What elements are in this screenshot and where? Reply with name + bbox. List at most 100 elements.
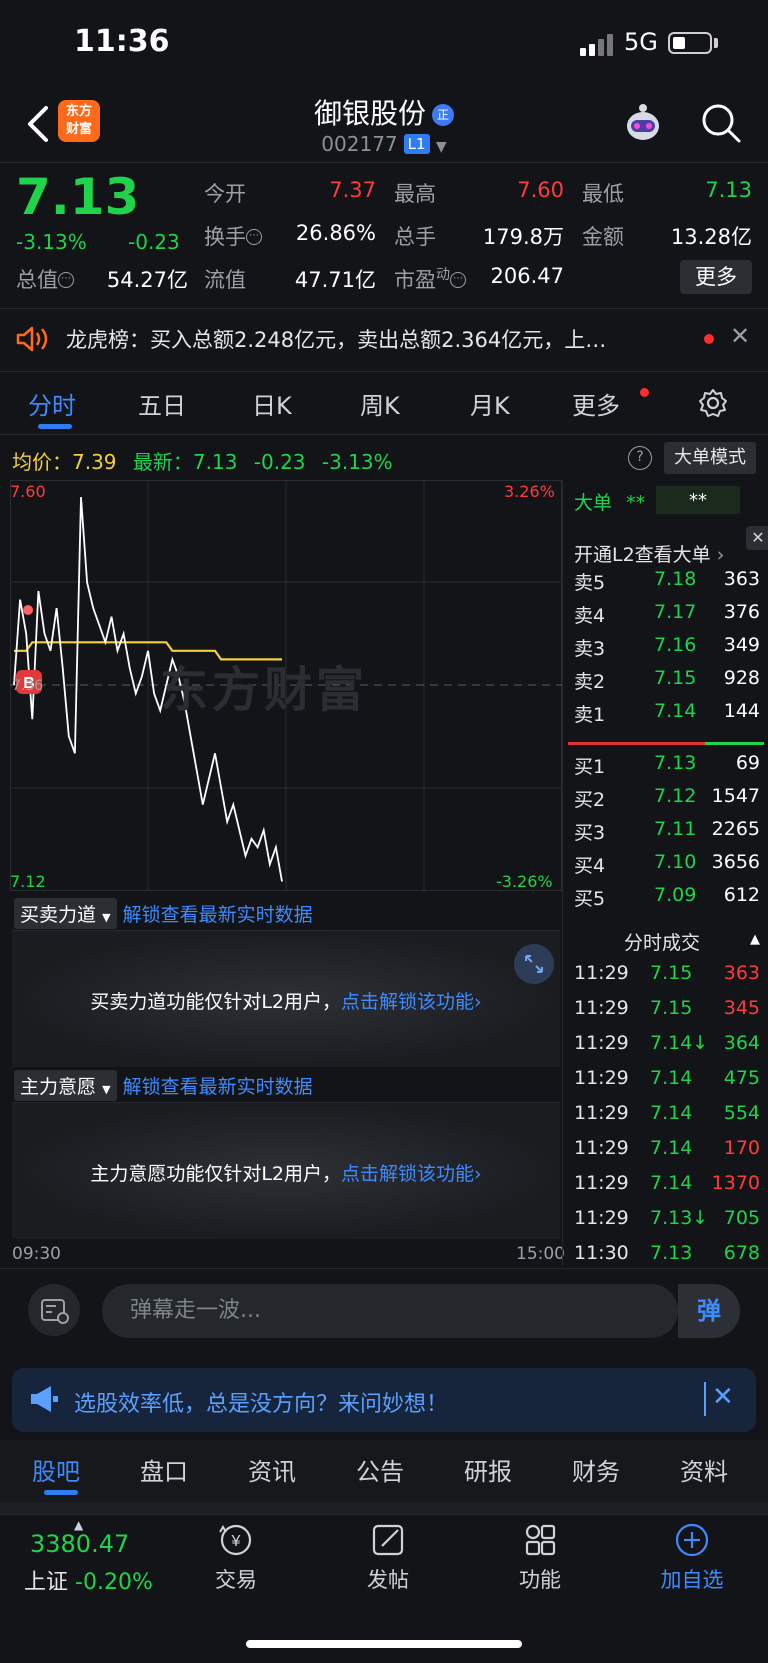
float-label: 流值 (204, 268, 246, 292)
ask-row-1[interactable]: 卖1 7.14 144 (564, 700, 768, 730)
divider (562, 480, 563, 1266)
chevron-right-icon: › (716, 544, 725, 566)
info-icon[interactable]: ⋯ (58, 272, 74, 288)
speaker-icon (16, 326, 48, 352)
order-book-separator (568, 742, 764, 745)
trade-row: 11:29 7.14↓ 364 (574, 1032, 760, 1054)
bid-row-4[interactable]: 买4 7.10 3656 (564, 851, 768, 881)
trade-row: 11:29 7.14 1370 (574, 1172, 760, 1194)
bid-row-3[interactable]: 买3 7.11 2265 (564, 818, 768, 848)
gear-icon[interactable] (698, 388, 728, 418)
tab-five-day[interactable]: 五日 (138, 386, 186, 421)
change-percent: -3.13% (16, 230, 87, 254)
nav-post[interactable]: 发帖 (338, 1522, 438, 1594)
trade-row: 11:29 7.15 345 (574, 997, 760, 1019)
help-icon[interactable]: ? (628, 446, 652, 470)
will-panel: 主力意愿功能仅针对L2用户，点击解锁该功能› (12, 1102, 560, 1239)
danmu-input[interactable]: 弹幕走一波... (102, 1284, 678, 1338)
will-unlock-link[interactable]: 解锁查看最新实时数据 (123, 1076, 313, 1098)
bid-row-1[interactable]: 买1 7.13 69 (564, 752, 768, 782)
nav-trade[interactable]: ¥ 交易 (186, 1522, 286, 1594)
force-unlock-button[interactable]: 点击解锁该功能 (341, 991, 474, 1013)
name-badge: 正 (432, 104, 454, 126)
will-unlock-button[interactable]: 点击解锁该功能 (341, 1163, 474, 1185)
ask-row-5[interactable]: 卖5 7.18 363 (564, 568, 768, 598)
unread-dot (640, 388, 649, 397)
ask-row-2[interactable]: 卖2 7.15 928 (564, 667, 768, 697)
low-label: 最低 (582, 182, 624, 206)
robot-assistant-icon[interactable] (620, 100, 666, 146)
chevron-up-icon: ▲ (750, 932, 760, 947)
float-value: 47.71亿 (294, 268, 376, 292)
volume-label: 总手 (394, 225, 436, 249)
trades-title[interactable]: 分时成交 ▲ (564, 928, 768, 958)
tab-weekly-k[interactable]: 周K (360, 386, 400, 421)
trade-row: 11:29 7.14 170 (574, 1137, 760, 1159)
network-label: 5G (624, 28, 658, 56)
will-tag[interactable]: 主力意愿 ▼ (14, 1070, 117, 1101)
info-icon[interactable]: ⋯ (450, 272, 466, 288)
chart-mid-price: 7.36 (12, 678, 44, 694)
close-icon[interactable]: ✕ (746, 526, 768, 550)
more-quote-button[interactable]: 更多 (680, 260, 752, 294)
index-value[interactable]: 3380.47 (30, 1530, 129, 1558)
chart-bottom-price: 7.12 (10, 872, 46, 891)
search-icon[interactable] (700, 102, 742, 144)
unread-dot (704, 334, 714, 344)
pe-value: 206.47 (490, 264, 564, 288)
tab-announcement[interactable]: 公告 (356, 1452, 404, 1487)
force-tag[interactable]: 买卖力道 ▼ (14, 898, 117, 929)
note-icon[interactable] (28, 1284, 80, 1336)
time-end: 15:00 (516, 1244, 565, 1264)
will-panel-header: 主力意愿 ▼ 解锁查看最新实时数据 (14, 1070, 313, 1101)
index-name[interactable]: 上证 -0.20% (24, 1564, 153, 1596)
close-icon[interactable]: ✕ (712, 1382, 734, 1412)
chart-top-price: 7.60 (10, 482, 46, 501)
chevron-down-icon: ▼ (102, 1083, 111, 1096)
chevron-down-icon: ▼ (435, 139, 447, 155)
chart-bottom-percent: -3.26% (496, 872, 553, 891)
nav-add-watchlist[interactable]: 加自选 (642, 1522, 742, 1594)
watermark: 东方财富 (160, 662, 369, 718)
tab-handicap[interactable]: 盘口 (140, 1452, 188, 1487)
svg-text:¥: ¥ (231, 1533, 241, 1550)
tab-profile[interactable]: 资料 (680, 1452, 728, 1487)
tab-more[interactable]: 更多 (572, 386, 620, 421)
open-l2-link[interactable]: 开通L2查看大单 › (574, 540, 724, 567)
big-order-stars: ** (656, 486, 740, 514)
danmu-send-button[interactable]: 弹 (678, 1284, 740, 1338)
trade-row: 11:29 7.13↓ 705 (574, 1207, 760, 1229)
tab-intraday[interactable]: 分时 (28, 386, 76, 421)
chart-top-percent: 3.26% (504, 482, 555, 501)
force-unlock-link[interactable]: 解锁查看最新实时数据 (123, 904, 313, 926)
tab-daily-k[interactable]: 日K (252, 386, 292, 421)
ask-row-3[interactable]: 卖3 7.16 349 (564, 634, 768, 664)
trade-icon: ¥ (219, 1524, 252, 1556)
divider (704, 1382, 706, 1416)
avg-price-row: 均价：7.39 最新：7.13 -0.23 -3.13% (12, 450, 393, 474)
tab-monthly-k[interactable]: 月K (470, 386, 510, 421)
turnover-value: 26.86% (295, 221, 376, 245)
ask-row-4[interactable]: 卖4 7.17 376 (564, 601, 768, 631)
tab-forum[interactable]: 股吧 (32, 1452, 80, 1487)
tab-research[interactable]: 研报 (464, 1452, 512, 1487)
big-order-mode-button[interactable]: 大单模式 (664, 442, 756, 474)
low-value: 7.13 (705, 178, 752, 202)
bid-row-5[interactable]: 买5 7.09 612 (564, 884, 768, 914)
info-icon[interactable]: ⋯ (246, 229, 262, 245)
dragon-tiger-text: 龙虎榜：买入总额2.248亿元，卖出总额2.364亿元，上… (66, 328, 607, 352)
bid-row-2[interactable]: 买2 7.12 1547 (564, 785, 768, 815)
open-label: 今开 (204, 182, 246, 206)
add-icon (675, 1523, 709, 1557)
trade-row: 11:29 7.14 554 (574, 1102, 760, 1124)
close-icon[interactable]: ✕ (730, 322, 750, 350)
open-value: 7.37 (329, 178, 376, 202)
expand-icon[interactable] (514, 944, 554, 984)
tab-indicator (38, 424, 72, 429)
tab-finance[interactable]: 财务 (572, 1452, 620, 1487)
volume-value: 179.8万 (482, 225, 564, 249)
tab-news[interactable]: 资讯 (248, 1452, 296, 1487)
tab-indicator (44, 1490, 78, 1495)
nav-function[interactable]: 功能 (490, 1522, 590, 1594)
promo-text: 选股效率低，总是没方向？来问妙想！ (74, 1392, 449, 1417)
